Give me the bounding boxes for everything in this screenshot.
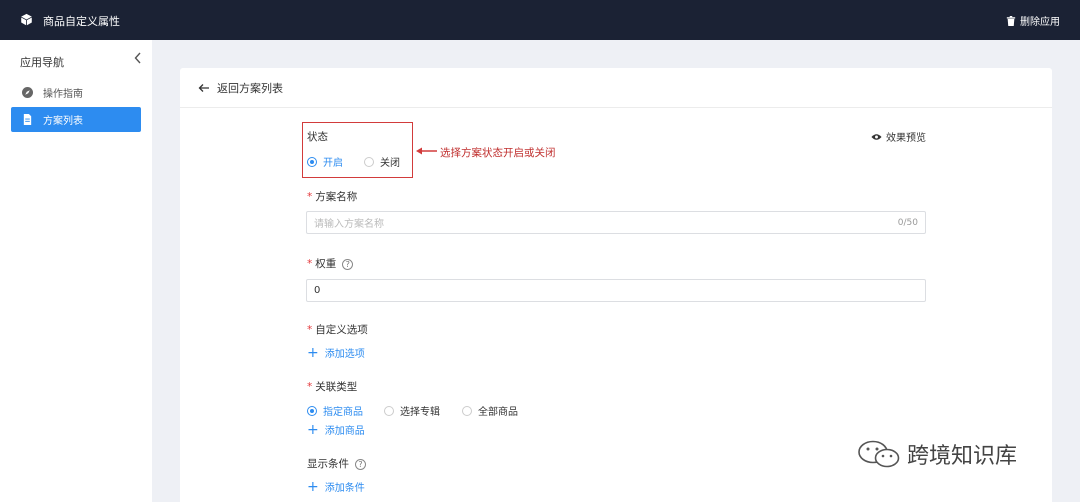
radio-label: 选择专辑 [400,407,440,418]
compass-icon [22,87,33,98]
watermark: 跨境知识库 [857,438,1017,470]
relation-type-label: * 关联类型 [307,381,358,393]
help-icon[interactable]: ? [355,458,366,470]
add-condition-label: 添加条件 [324,483,365,494]
char-counter: 0/50 [897,217,918,228]
sidebar: 应用导航 操作指南 方案列表 [0,40,152,502]
add-condition-button[interactable]: + 添加条件 [307,478,365,495]
app-title: 商品自定义属性 [43,15,120,28]
delete-app-button[interactable]: 删除应用 [1006,13,1060,28]
scheme-name-label: * 方案名称 [307,191,358,203]
relation-radio-specified[interactable]: 指定商品 [307,403,363,418]
display-condition-label: 显示条件? [307,456,366,471]
sidebar-item-guide[interactable]: 操作指南 [11,80,141,105]
custom-options-label: * 自定义选项 [307,324,368,336]
top-bar: 商品自定义属性 删除应用 [0,0,1080,40]
relation-radio-album[interactable]: 选择专辑 [384,403,440,418]
watermark-text: 跨境知识库 [907,444,1018,469]
back-to-list-link[interactable]: 返回方案列表 [198,80,283,96]
delete-app-label: 删除应用 [1020,17,1060,28]
plus-icon: + [307,344,319,361]
relation-radio-all[interactable]: 全部商品 [462,403,518,418]
arrow-left-icon [198,84,209,92]
wechat-icon [858,440,900,468]
sidebar-heading: 应用导航 [20,56,64,69]
radio-label: 全部商品 [478,407,518,418]
add-product-label: 添加商品 [324,426,365,437]
cube-icon [21,13,32,26]
radio-dot [462,405,472,416]
back-label: 返回方案列表 [217,82,283,95]
preview-button[interactable]: 效果预览 [871,129,926,144]
preview-label: 效果预览 [886,133,926,144]
sidebar-item-label: 操作指南 [43,89,83,100]
highlight-box [302,122,413,178]
scheme-name-input[interactable]: 请输入方案名称 0/50 [306,211,926,234]
sidebar-item-scheme-list[interactable]: 方案列表 [11,107,141,132]
annotation-text: 选择方案状态开启或关闭 [440,147,556,159]
card-header: 返回方案列表 [180,68,1052,108]
chevron-left-icon[interactable] [132,51,144,65]
input-value: 0 [314,285,321,296]
plus-icon: + [307,421,319,438]
sidebar-item-label: 方案列表 [43,116,83,127]
add-option-label: 添加选项 [324,349,365,360]
radio-dot [307,405,317,416]
radio-dot [384,405,394,416]
plus-icon: + [307,478,319,495]
trash-icon [1006,15,1016,26]
weight-input[interactable]: 0 [306,279,926,302]
help-icon[interactable]: ? [342,258,354,270]
arrow-left-icon [416,147,437,155]
add-option-button[interactable]: + 添加选项 [307,344,365,361]
input-placeholder: 请输入方案名称 [314,219,384,230]
eye-icon [871,133,882,140]
document-icon [23,114,32,125]
add-product-button[interactable]: + 添加商品 [307,421,365,438]
radio-label: 指定商品 [323,407,363,418]
weight-label: * 权重? [307,256,354,271]
